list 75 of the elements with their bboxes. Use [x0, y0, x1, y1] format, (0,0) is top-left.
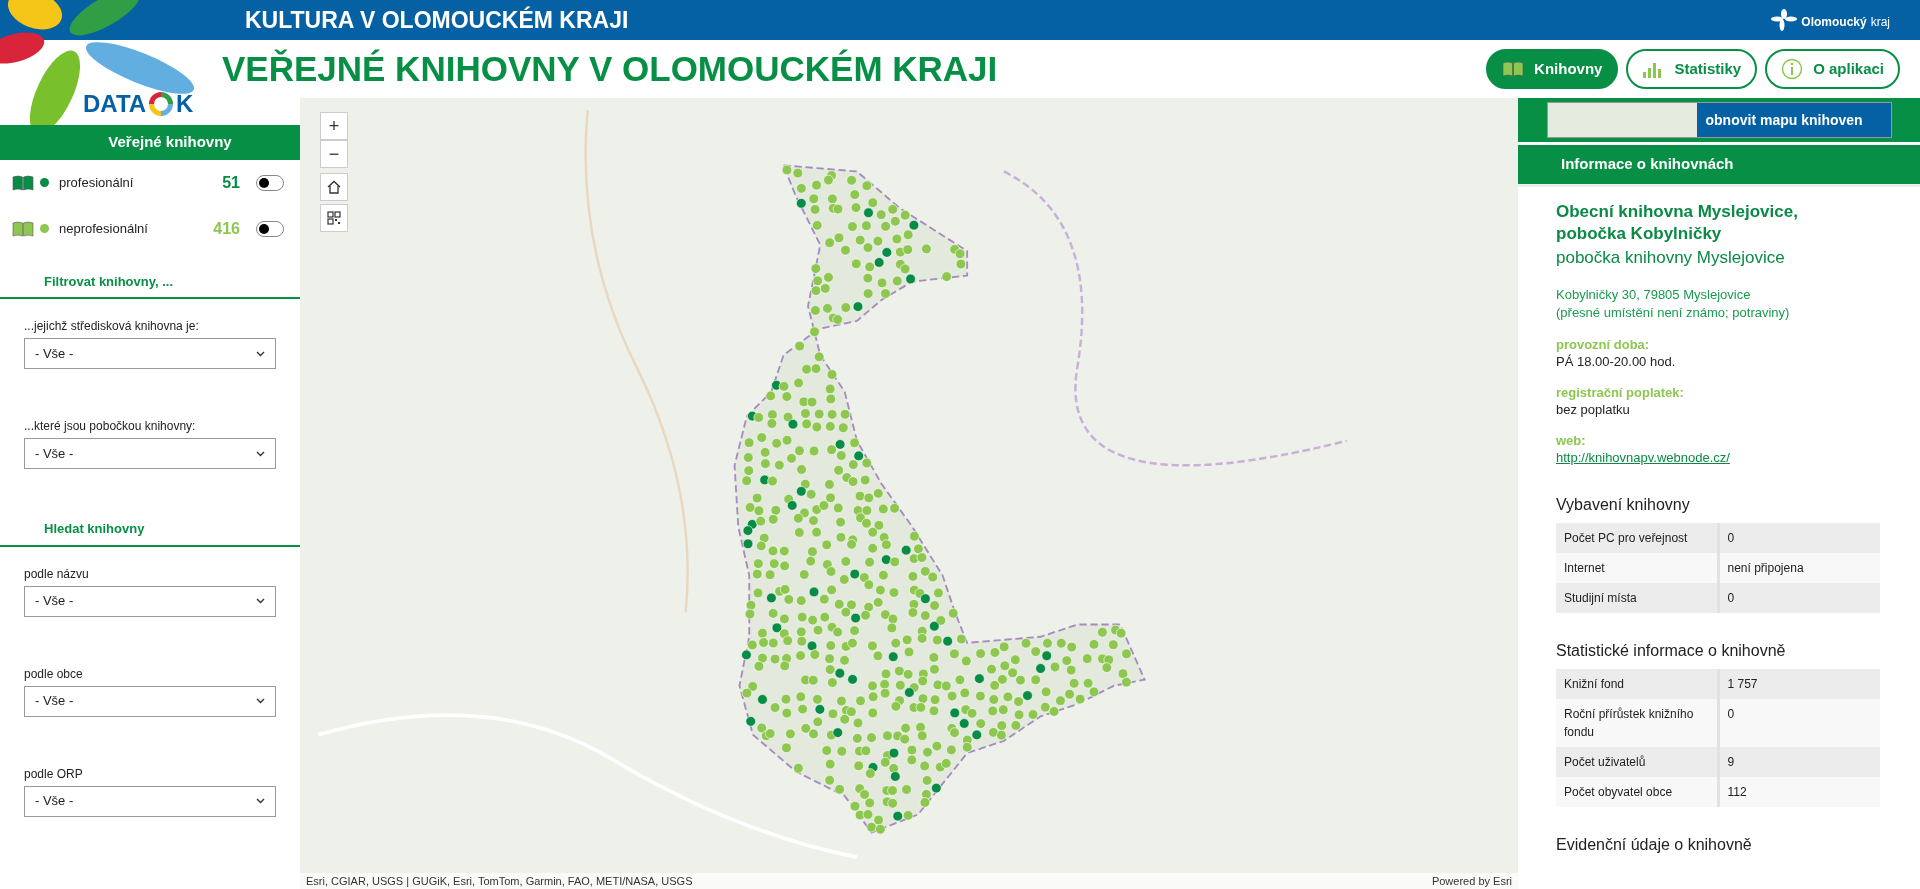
layer-label: profesionální — [59, 173, 135, 192]
chevron-icon — [256, 698, 265, 704]
field-label: registrační poplatek: — [1556, 383, 1685, 402]
library-subtitle: pobočka knihovny Myslejovice — [1556, 246, 1786, 269]
field-label: provozní doba: — [1556, 335, 1651, 354]
panel-title: Informace o knihovnách — [1518, 145, 1920, 187]
logo-text: DATA — [83, 89, 147, 119]
attribution-text: Esri, CGIAR, USGS | GUGiK, Esri, TomTom, Garmin, FAO, METI/NASA, USGS — [306, 874, 693, 889]
book-icon — [12, 174, 34, 191]
qr-code-button[interactable] — [320, 204, 348, 232]
region-logo-suffix: kraj — [1870, 14, 1890, 31]
filter-label: ...jejichž středisková knihovna je: — [24, 318, 200, 335]
layer-label: neprofesionální — [59, 219, 149, 238]
table-cell: Internet — [1556, 552, 1718, 583]
chevron-icon — [256, 350, 265, 357]
dropdown-field[interactable]: - Vše - — [24, 685, 276, 717]
section-heading: Vybavení knihovny — [1556, 494, 1691, 515]
table-cell: Počet PC pro veřejnost — [1556, 522, 1718, 553]
table-cell: Knižní fond — [1556, 668, 1718, 699]
zoom-in-button[interactable]: + — [320, 112, 348, 140]
panel-title: Veřejné knihovny — [0, 125, 300, 160]
toggle-switch[interactable] — [256, 174, 284, 191]
book-icon — [12, 220, 34, 237]
zoom-out-button[interactable]: − — [320, 140, 348, 168]
address-text: Kobylničky 30, 79805 Myslejovice — [1556, 286, 1752, 305]
table-cell: 112 — [1718, 776, 1880, 807]
dropdown-field[interactable]: - Vše - — [24, 338, 276, 369]
status-dot — [40, 178, 49, 187]
table-cell: 1 757 — [1718, 668, 1880, 699]
section-heading: Statistické informace o knihovně — [1556, 640, 1787, 661]
table-cell: Studijní místa — [1556, 582, 1718, 613]
home-icon — [327, 180, 341, 194]
powered-by-text: Powered by Esri — [1431, 874, 1512, 889]
book-icon — [1502, 61, 1525, 77]
dropdown-field[interactable]: - Vše - — [24, 785, 276, 817]
nav-button[interactable]: O aplikaci — [1765, 49, 1900, 89]
ring-icon — [149, 92, 174, 116]
layer-count: 51 — [221, 172, 240, 193]
chevron-icon — [256, 798, 265, 804]
app-title: VEŘEJNÉ KNIHOVNY V OLOMOUCKÉM KRAJI — [222, 47, 998, 90]
region-logo-name: Olomoucký — [1801, 14, 1867, 31]
web-link[interactable]: http://knihovnapv.webnode.cz/ — [1556, 450, 1730, 466]
table-cell: Počet uživatelů — [1556, 746, 1718, 777]
layer-count: 416 — [212, 218, 240, 239]
filter-label: podle ORP — [24, 765, 84, 783]
filter-label: ...které jsou pobočkou knihovny: — [24, 418, 197, 435]
refresh-map-button[interactable]: obnovit mapu knihoven — [1546, 102, 1892, 138]
table-cell: 0 — [1718, 698, 1880, 747]
info-icon — [1781, 58, 1804, 80]
table-cell: Počet obyvatel obce — [1556, 776, 1718, 807]
banner-title: KULTURA V OLOMOUCKÉM KRAJI — [245, 5, 629, 35]
chevron-icon — [256, 450, 265, 457]
nav-button[interactable]: Statistiky — [1626, 49, 1758, 89]
dropdown-field[interactable]: - Vše - — [24, 585, 276, 617]
field-label: web: — [1556, 431, 1587, 450]
nav-button[interactable]: Knihovny — [1486, 49, 1619, 89]
chevron-icon — [256, 598, 265, 604]
address-note: (přesné umístění není známo; potraviny) — [1556, 304, 1791, 323]
qr-code-icon — [327, 211, 341, 225]
table-cell: 0 — [1718, 582, 1880, 613]
toggle-switch[interactable] — [256, 220, 284, 237]
filter-label: podle názvu — [24, 565, 90, 583]
filter-label: podle obce — [24, 665, 84, 683]
field-value: bez poplatku — [1556, 401, 1631, 419]
logo-text: K — [176, 89, 194, 119]
status-dot — [40, 224, 49, 233]
table-cell: Roční přírůstek knižního fondu — [1556, 698, 1718, 747]
table-cell: 0 — [1718, 522, 1880, 553]
flower-icon — [1771, 9, 1798, 31]
home-button[interactable] — [320, 173, 348, 201]
table-cell: není připojena — [1718, 552, 1880, 583]
table-cell: 9 — [1718, 746, 1880, 777]
field-value: PÁ 18.00-20.00 hod. — [1556, 353, 1677, 371]
dropdown-field[interactable]: - Vše - — [24, 438, 276, 469]
section-heading: Evidenční údaje o knihovně — [1556, 834, 1753, 855]
